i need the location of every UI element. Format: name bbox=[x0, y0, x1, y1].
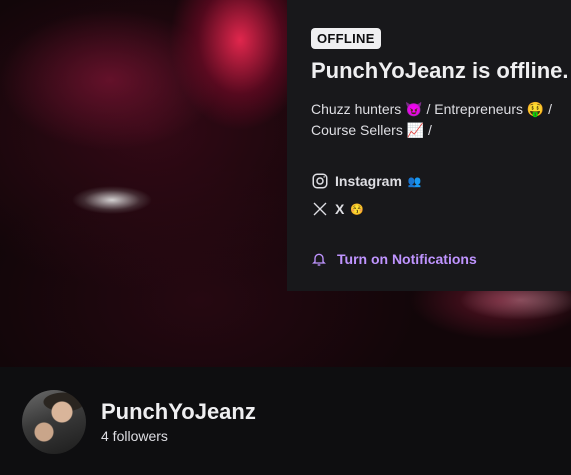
offline-title: PunchYoJeanz is offline. bbox=[311, 58, 569, 83]
avatar[interactable] bbox=[22, 390, 86, 454]
instagram-link[interactable]: Instagram 👥 bbox=[311, 167, 571, 195]
x-emoji: 😚 bbox=[350, 203, 365, 216]
x-label: X bbox=[335, 201, 345, 217]
turn-on-notifications-button[interactable]: Turn on Notifications bbox=[311, 249, 571, 269]
x-link[interactable]: X 😚 bbox=[311, 195, 571, 223]
channel-info-bar: PunchYoJeanz 4 followers bbox=[0, 367, 571, 475]
social-links: Instagram 👥 X 😚 bbox=[311, 167, 571, 223]
bell-icon bbox=[312, 253, 326, 266]
offline-card: OFFLINE PunchYoJeanz is offline. Chuzz h… bbox=[287, 0, 571, 291]
offline-badge: OFFLINE bbox=[311, 28, 381, 49]
instagram-icon bbox=[312, 173, 328, 189]
x-logo-icon bbox=[313, 202, 327, 216]
channel-bio: Chuzz hunters 😈 / Entrepreneurs 🤑 / Cour… bbox=[311, 101, 553, 138]
instagram-label: Instagram bbox=[335, 173, 402, 189]
follower-count: 4 followers bbox=[101, 428, 168, 444]
instagram-emoji: 👥 bbox=[407, 175, 422, 188]
channel-name[interactable]: PunchYoJeanz bbox=[101, 399, 256, 425]
notify-label: Turn on Notifications bbox=[337, 251, 477, 267]
